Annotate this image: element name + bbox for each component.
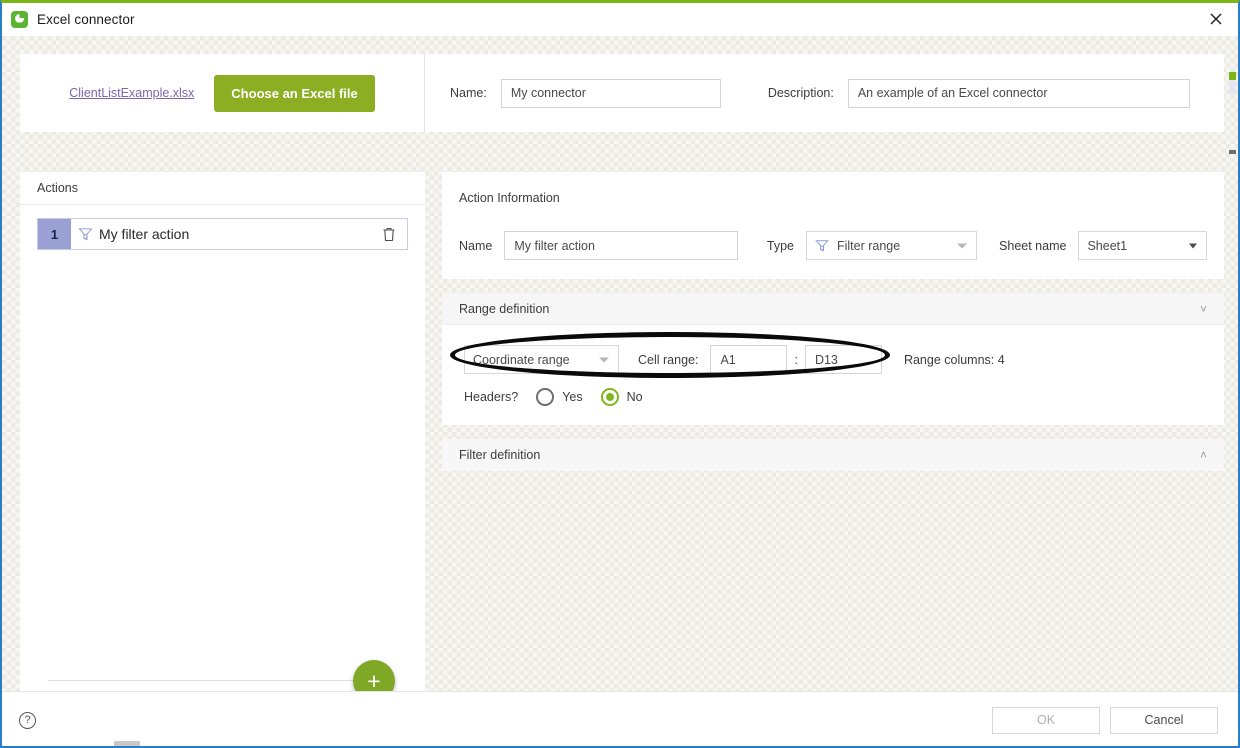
headers-no-radio[interactable] — [601, 388, 619, 406]
action-index-badge: 1 — [38, 219, 71, 249]
action-name-label: Name — [459, 239, 492, 253]
chevron-down-icon — [599, 357, 609, 362]
connector-name-input[interactable] — [501, 79, 721, 108]
cell-range-start-input[interactable] — [710, 345, 787, 374]
delete-action-button[interactable] — [371, 219, 407, 249]
filter-definition-panel: Filter definition ˄ — [442, 439, 1224, 471]
cell-range-label: Cell range: — [638, 353, 698, 367]
action-name-text: My filter action — [99, 219, 371, 249]
actions-list: 1 My filter action + — [20, 205, 425, 717]
chevron-down-icon — [1189, 243, 1197, 248]
excel-connector-icon — [11, 11, 28, 28]
range-definition-header[interactable]: Range definition ˅ — [442, 293, 1224, 325]
filter-range-icon — [71, 219, 99, 249]
action-type-select[interactable]: Filter range — [806, 231, 977, 260]
cancel-button[interactable]: Cancel — [1110, 707, 1218, 734]
range-mode-select[interactable]: Coordinate range — [464, 345, 619, 374]
connector-description-input[interactable] — [848, 79, 1190, 108]
connector-description-label: Description: — [768, 86, 834, 100]
filter-range-icon — [815, 239, 829, 253]
dialog-footer: ? OK Cancel — [2, 691, 1238, 748]
headers-yes-radio[interactable] — [536, 388, 554, 406]
action-information-title: Action Information — [459, 191, 1207, 205]
actions-panel-header: Actions — [20, 172, 425, 205]
cell-range-separator: : — [794, 353, 797, 367]
table-row[interactable]: 1 My filter action — [37, 218, 408, 250]
scrollbar-thumb[interactable] — [1229, 150, 1236, 154]
footer-buttons: OK Cancel — [992, 707, 1218, 734]
headers-label: Headers? — [464, 390, 518, 404]
file-chooser-block: ClientListExample.xlsx Choose an Excel f… — [20, 54, 425, 132]
sheet-name-value: Sheet1 — [1087, 239, 1127, 253]
scrollbar-track-mark — [1229, 72, 1236, 94]
close-icon — [1209, 12, 1223, 26]
headers-no-label: No — [627, 390, 643, 404]
window-title: Excel connector — [37, 12, 135, 27]
action-type-value: Filter range — [837, 239, 900, 253]
headers-yes-label: Yes — [562, 390, 582, 404]
chevron-down-icon — [957, 243, 967, 248]
range-definition-body: Coordinate range Cell range: : Range col… — [442, 325, 1224, 425]
action-name-input[interactable] — [504, 231, 738, 260]
connector-meta-block: Name: Description: — [425, 79, 1224, 108]
list-divider — [48, 680, 366, 681]
range-columns-text: Range columns: 4 — [904, 353, 1005, 367]
actions-panel: Actions 1 My filter action — [20, 172, 425, 717]
sheet-name-select[interactable]: Sheet1 — [1078, 231, 1207, 260]
filter-definition-header[interactable]: Filter definition ˄ — [442, 439, 1224, 471]
action-detail-column: Action Information Name Type Filter rang… — [442, 172, 1224, 471]
action-information-fields: Name Type Filter range Sheet n — [459, 231, 1207, 260]
vertical-scrollbar[interactable] — [1229, 72, 1236, 717]
taskbar-peek — [114, 741, 140, 746]
trash-icon — [382, 227, 396, 242]
filter-definition-title: Filter definition — [459, 448, 540, 462]
action-type-label: Type — [767, 239, 794, 253]
close-button[interactable] — [1193, 3, 1238, 35]
range-definition-panel: Range definition ˅ Coordinate range Cell… — [442, 293, 1224, 425]
chevron-up-icon[interactable]: ˄ — [1200, 448, 1207, 462]
selected-file-link[interactable]: ClientListExample.xlsx — [69, 86, 194, 100]
excel-connector-dialog: Excel connector ClientListExample.xlsx C… — [0, 0, 1240, 748]
range-mode-value: Coordinate range — [473, 353, 570, 367]
help-icon[interactable]: ? — [19, 712, 36, 729]
cell-range-end-input[interactable] — [805, 345, 882, 374]
range-row: Coordinate range Cell range: : Range col… — [464, 345, 1005, 374]
ok-button[interactable]: OK — [992, 707, 1100, 734]
connector-header-card: ClientListExample.xlsx Choose an Excel f… — [20, 54, 1224, 132]
chevron-down-icon[interactable]: ˅ — [1200, 302, 1207, 316]
headers-row: Headers? Yes No — [464, 388, 643, 406]
dialog-body: ClientListExample.xlsx Choose an Excel f… — [2, 36, 1238, 748]
range-definition-title: Range definition — [459, 302, 549, 316]
connector-name-label: Name: — [450, 86, 487, 100]
choose-excel-file-button[interactable]: Choose an Excel file — [214, 75, 374, 112]
action-information-panel: Action Information Name Type Filter rang… — [442, 172, 1224, 279]
title-bar: Excel connector — [2, 3, 1238, 36]
sheet-name-label: Sheet name — [999, 239, 1066, 253]
